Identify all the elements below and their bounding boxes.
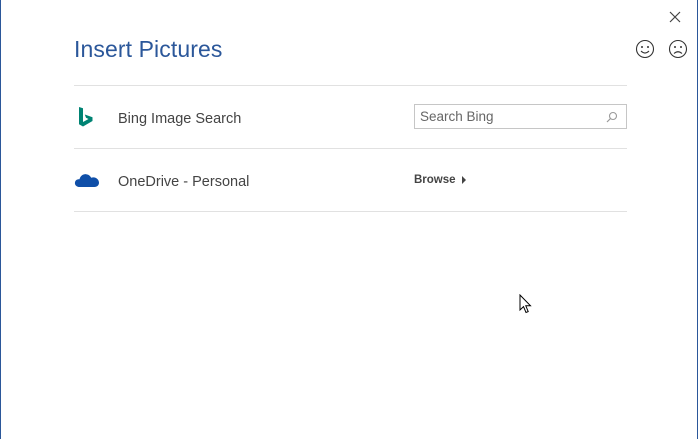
search-bing-box[interactable]: [414, 104, 627, 129]
close-icon: [669, 11, 681, 23]
search-bing-input[interactable]: [415, 105, 600, 128]
frown-icon[interactable]: [667, 38, 689, 60]
browse-label: Browse: [414, 174, 456, 186]
smile-icon[interactable]: [634, 38, 656, 60]
divider: [74, 85, 627, 86]
dialog-title: Insert Pictures: [74, 36, 223, 62]
onedrive-personal-label[interactable]: OneDrive - Personal: [118, 174, 249, 190]
bing-image-search-label[interactable]: Bing Image Search: [118, 111, 241, 127]
caret-right-icon: [461, 176, 466, 184]
browse-button[interactable]: Browse: [414, 174, 466, 186]
divider: [74, 148, 627, 149]
close-button[interactable]: [665, 7, 685, 27]
mouse-cursor-icon: [519, 294, 532, 314]
search-icon[interactable]: [606, 111, 618, 123]
divider: [74, 211, 627, 212]
onedrive-icon: [74, 174, 99, 187]
bing-icon: [79, 107, 93, 127]
insert-pictures-dialog: Insert Pictures Bing Image Search OneDri…: [0, 0, 698, 439]
